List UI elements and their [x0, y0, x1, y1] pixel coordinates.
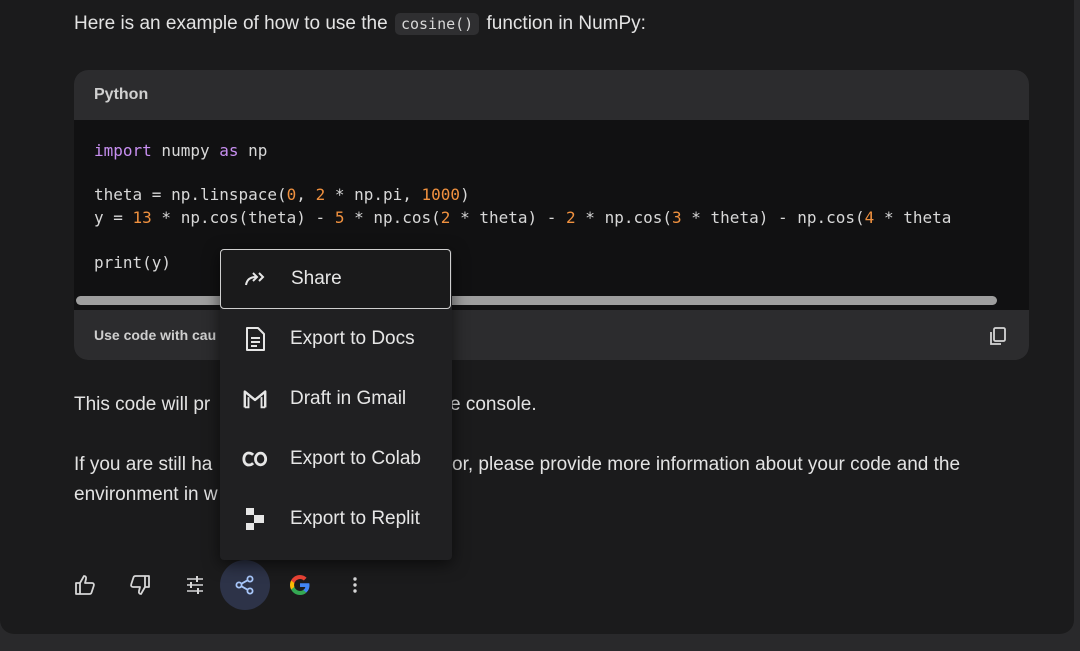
menu-item-export-replit[interactable]: Export to Replit: [220, 490, 452, 548]
docs-icon: [242, 326, 268, 352]
copy-icon[interactable]: [987, 325, 1009, 347]
code-token: 2: [440, 208, 451, 227]
code-line-2: theta = np.linspace(0, 2 * np.pi, 1000): [94, 184, 470, 206]
menu-item-label: Export to Colab: [290, 448, 421, 469]
gmail-icon: [242, 386, 268, 412]
code-token: * theta: [874, 208, 952, 227]
code-line-1: import numpy as np: [94, 140, 267, 162]
code-scrollbar[interactable]: [74, 294, 1029, 306]
code-token: numpy: [151, 141, 220, 160]
code-body: import numpy as np theta = np.linspace(0…: [74, 120, 1029, 310]
share-arrow-icon: [243, 266, 269, 292]
intro-after: function in NumPy:: [486, 13, 646, 34]
tune-icon[interactable]: [170, 560, 220, 610]
paragraph-1: This code will pr e console.: [74, 390, 537, 420]
menu-item-label: Export to Docs: [290, 328, 415, 349]
paragraph-2-left: If you are still ha: [74, 454, 213, 475]
code-token: np: [238, 141, 268, 160]
code-footer: Use code with cau: [74, 310, 1029, 360]
thumbs-down-icon[interactable]: [115, 560, 165, 610]
code-token: 4: [864, 208, 875, 227]
paragraph-3: environment in w: [74, 484, 218, 505]
thumbs-up-icon[interactable]: [60, 560, 110, 610]
code-token: * np.cos(: [344, 208, 441, 227]
paragraph-1-left: This code will pr: [74, 394, 211, 415]
paragraph-2-right: or, please provide more information abou…: [452, 454, 961, 475]
google-icon[interactable]: [275, 560, 325, 610]
paragraph-1-right: e console.: [450, 394, 537, 415]
code-scrollbar-thumb[interactable]: [76, 296, 997, 305]
code-token: ): [460, 185, 470, 204]
code-token: 0: [286, 185, 297, 204]
menu-item-label: Draft in Gmail: [290, 388, 407, 409]
menu-item-share[interactable]: Share: [220, 249, 451, 309]
menu-item-label: Share: [291, 268, 342, 289]
intro-before: Here is an example of how to use the: [74, 13, 388, 34]
replit-icon: [242, 506, 268, 532]
code-token: * np.cos(theta) -: [151, 208, 335, 227]
menu-item-export-docs[interactable]: Export to Docs: [220, 310, 452, 368]
code-token: 1000: [421, 185, 461, 204]
code-token: ,: [296, 185, 316, 204]
code-token: y =: [94, 208, 133, 227]
inline-code: cosine(): [394, 13, 480, 35]
code-language-label: Python: [74, 70, 1029, 120]
share-menu: Share Export to Docs Draft in Gmail Expo…: [220, 249, 452, 560]
menu-item-draft-gmail[interactable]: Draft in Gmail: [220, 370, 452, 428]
code-block: Python import numpy as np theta = np.lin…: [74, 70, 1029, 360]
code-token: * theta) - np.cos(: [681, 208, 865, 227]
code-line-4: print(y): [94, 253, 172, 272]
share-icon[interactable]: [220, 560, 270, 610]
code-line-3: y = 13 * np.cos(theta) - 5 * np.cos(2 * …: [94, 207, 951, 229]
paragraph-2: If you are still ha or, please provide mo…: [74, 450, 960, 480]
menu-item-label: Export to Replit: [290, 508, 420, 529]
menu-item-export-colab[interactable]: Export to Colab: [220, 430, 452, 488]
code-token: 13: [132, 208, 152, 227]
code-token: 2: [315, 185, 326, 204]
code-caution-note: Use code with cau: [94, 327, 217, 343]
more-vert-icon[interactable]: [330, 560, 380, 610]
intro-text: Here is an example of how to use the cos…: [74, 11, 646, 37]
code-token: * np.pi,: [325, 185, 422, 204]
code-token: * np.cos(: [575, 208, 672, 227]
code-token: as: [219, 141, 239, 160]
code-token: import: [94, 141, 152, 160]
colab-icon: [242, 446, 268, 472]
code-token: 2: [566, 208, 576, 227]
code-token: 3: [672, 208, 682, 227]
code-token: theta = np.linspace(: [94, 185, 287, 204]
code-token: * theta) -: [450, 208, 567, 227]
